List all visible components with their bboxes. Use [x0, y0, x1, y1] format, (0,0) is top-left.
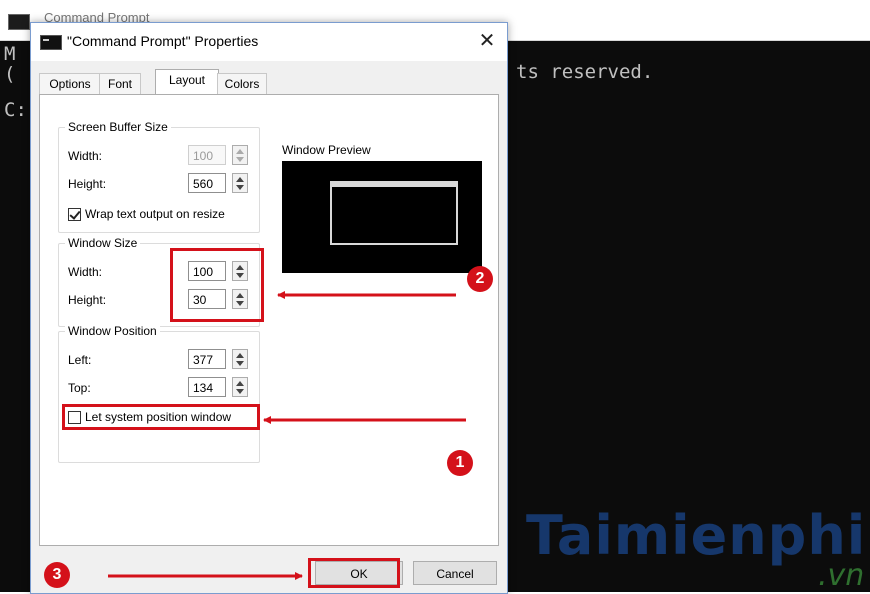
step-2-badge: 2 — [467, 266, 493, 292]
step-3-badge: 3 — [44, 562, 70, 588]
annotation-arrows — [108, 291, 466, 580]
step-1-badge: 1 — [447, 450, 473, 476]
